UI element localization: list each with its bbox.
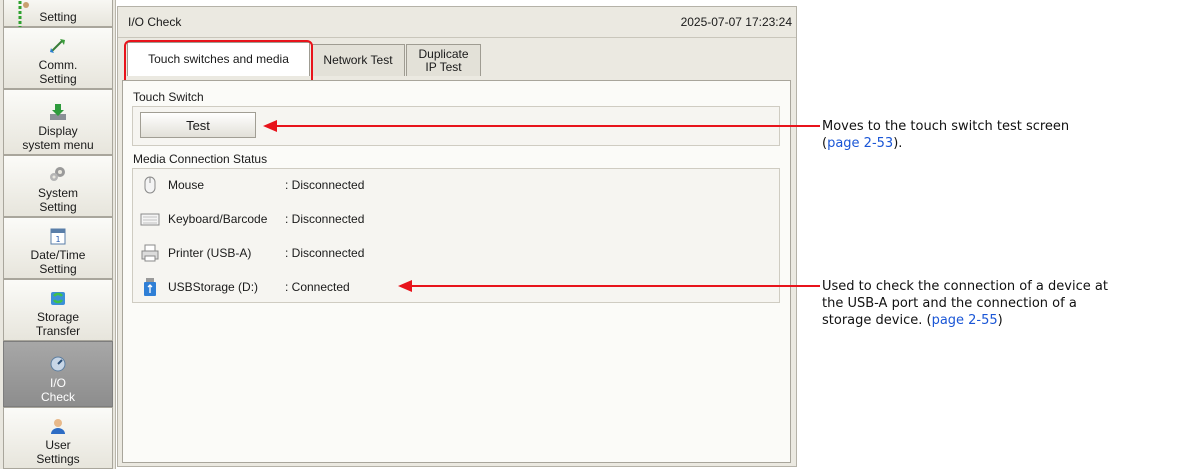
page-link-2-53[interactable]: page 2-53 — [827, 136, 893, 151]
device-name: USBStorage (D:) — [168, 280, 259, 294]
media-note-line1: Used to check the connection of a device… — [822, 279, 1108, 294]
sidebar-item-label: Comm. Setting — [38, 58, 78, 86]
calendar-icon: 1 — [50, 228, 66, 245]
tab-label: Network Test — [323, 53, 393, 67]
sidebar-item-label: System Setting — [37, 186, 78, 214]
sidebar-item-date-time-setting[interactable]: 1 Date/Time Setting — [3, 217, 113, 279]
sidebar-item-setting[interactable]: Setting — [3, 0, 113, 39]
test-note-suffix: ). — [893, 136, 903, 151]
keyboard-icon — [140, 213, 160, 226]
media-row-usb-storage: USBStorage (D:) : Connected — [140, 275, 350, 299]
tab-duplicate-ip-test[interactable]: Duplicate IP Test — [406, 44, 481, 76]
svg-text:1: 1 — [55, 235, 60, 244]
media-note-line3: storage device. ( — [822, 313, 932, 328]
media-row-keyboard-barcode: Keyboard/Barcode : Disconnected — [140, 207, 364, 231]
page-link-2-55[interactable]: page 2-55 — [932, 313, 998, 328]
tab-label: Duplicate IP Test — [418, 46, 469, 74]
title-bar: I/O Check 2025-07-07 17:23:24 — [118, 7, 796, 38]
device-status: : Disconnected — [285, 246, 365, 260]
media-row-mouse: Mouse : Disconnected — [140, 173, 364, 197]
media-row-printer: Printer (USB-A) : Disconnected — [140, 241, 364, 265]
storage-transfer-icon — [51, 292, 65, 305]
window-title: I/O Check — [128, 15, 182, 29]
device-name: Printer (USB-A) — [168, 246, 252, 260]
sidebar-item-label: Date/Time Setting — [30, 248, 86, 276]
sidebar-item-user-settings[interactable]: User Settings — [3, 407, 113, 469]
communication-icon — [50, 39, 65, 53]
media-note-suffix: ) — [997, 313, 1003, 328]
tab-network-test[interactable]: Network Test — [311, 44, 405, 76]
media-arrow-line — [410, 285, 820, 287]
usb-storage-icon — [144, 278, 156, 296]
test-button-note: Moves to the touch switch test screen (pa… — [822, 119, 1070, 151]
gear-icon — [50, 167, 65, 181]
sidebar-item-io-check[interactable]: I/O Check — [3, 341, 113, 407]
media-note-line2: the USB-A port and the connection of a — [822, 296, 1077, 311]
sidebar-item-label: Storage Transfer — [35, 310, 81, 338]
touch-switch-section-label: Touch Switch — [133, 90, 204, 104]
test-note-text: Moves to the touch switch test screen — [822, 119, 1070, 134]
media-connection-section-label: Media Connection Status — [133, 152, 268, 166]
device-name: Mouse — [168, 178, 205, 192]
sidebar-item-label: I/O Check — [40, 376, 75, 404]
printer-icon — [141, 244, 159, 262]
test-button[interactable]: Test — [140, 112, 256, 138]
user-icon — [51, 419, 65, 434]
sidebar-item-label: User Settings — [36, 438, 80, 466]
datetime-display: 2025-07-07 17:23:24 — [680, 15, 792, 29]
io-check-icon — [50, 356, 66, 372]
download-arrow-icon — [50, 104, 66, 120]
device-status: : Connected — [285, 280, 350, 294]
test-arrow-line — [275, 125, 820, 127]
device-status: : Disconnected — [285, 212, 365, 226]
sidebar-item-label: Display system menu — [22, 124, 94, 152]
sidebar-item-label: Setting — [39, 10, 77, 24]
sidebar-item-comm-setting[interactable]: Comm. Setting — [3, 27, 113, 89]
device-status: : Disconnected — [285, 178, 365, 192]
media-connection-note: Used to check the connection of a device… — [822, 278, 1108, 329]
sidebar-item-system-setting[interactable]: System Setting — [3, 155, 113, 217]
sidebar-item-display-system-menu[interactable]: Display system menu — [3, 89, 113, 155]
mouse-icon — [144, 176, 156, 194]
device-name: Keyboard/Barcode — [168, 212, 268, 226]
sidebar-item-storage-transfer[interactable]: Storage Transfer — [3, 279, 113, 341]
sidebar: Setting Comm. Setting Display system men… — [0, 0, 116, 469]
test-button-label: Test — [186, 117, 210, 133]
